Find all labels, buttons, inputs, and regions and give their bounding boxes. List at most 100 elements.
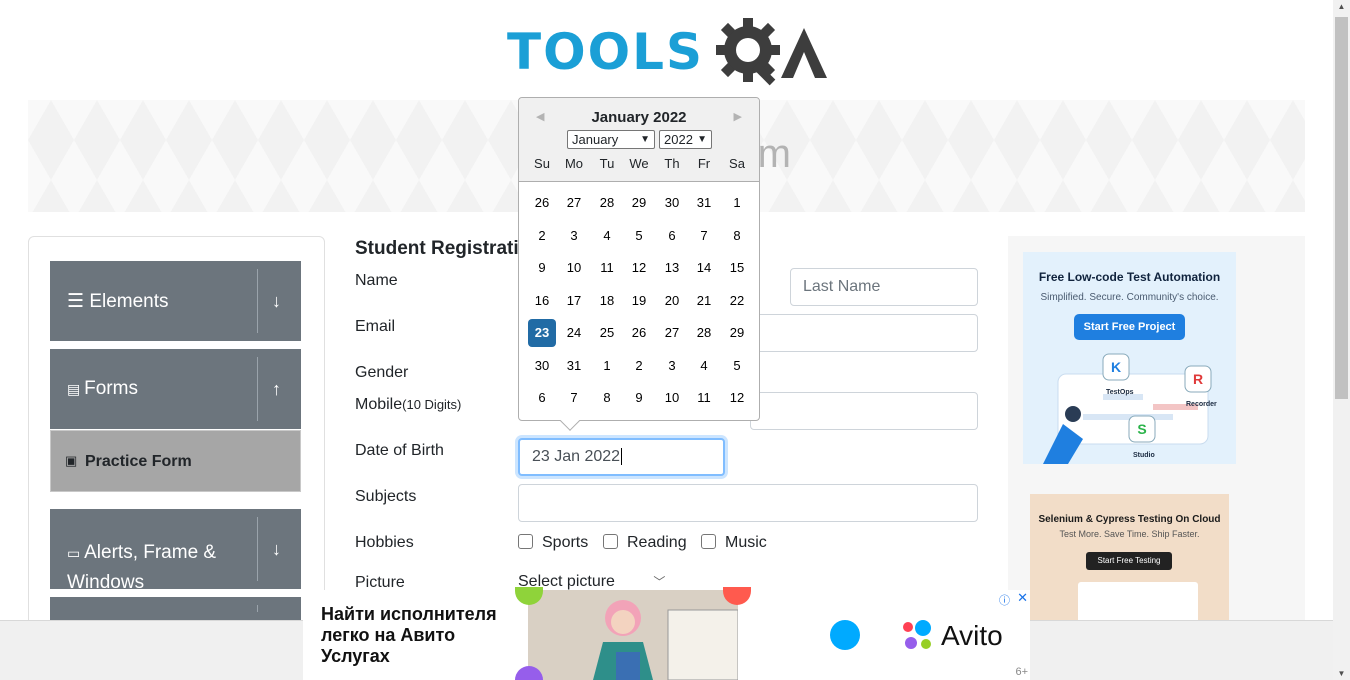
calendar-day[interactable]: 6 bbox=[658, 222, 686, 250]
calendar-day[interactable]: 6 bbox=[528, 384, 556, 412]
toolsqa-logo[interactable]: TOOLS bbox=[507, 16, 829, 90]
chevron-down-icon: ▼ bbox=[640, 134, 650, 145]
calendar-day[interactable]: 11 bbox=[593, 254, 621, 282]
calendar-day[interactable]: 24 bbox=[560, 319, 588, 347]
email-input[interactable] bbox=[750, 314, 978, 352]
hobby-sports-checkbox[interactable]: Sports bbox=[518, 534, 588, 552]
calendar-day[interactable]: 20 bbox=[658, 287, 686, 315]
calendar-day[interactable]: 10 bbox=[560, 254, 588, 282]
calendar-day[interactable]: 29 bbox=[625, 189, 653, 217]
calendar-day[interactable]: 27 bbox=[658, 319, 686, 347]
label-name: Name bbox=[355, 272, 398, 289]
calendar-day[interactable]: 7 bbox=[690, 222, 718, 250]
calendar-day[interactable]: 15 bbox=[723, 254, 751, 282]
calendar-day[interactable]: 31 bbox=[690, 189, 718, 217]
html-icon: ▣ bbox=[65, 453, 78, 468]
nav-group-label: ▤ Forms bbox=[67, 378, 138, 399]
nav-group-elements[interactable]: ☰ Elements ↓ bbox=[50, 261, 301, 341]
calendar-day[interactable]: 4 bbox=[690, 352, 718, 380]
day-name: Th bbox=[664, 156, 680, 171]
calendar-day[interactable]: 28 bbox=[593, 189, 621, 217]
checkbox[interactable] bbox=[518, 534, 533, 549]
hobby-reading-checkbox[interactable]: Reading bbox=[603, 534, 687, 552]
svg-text:R: R bbox=[1193, 371, 1203, 387]
age-rating-badge: 6+ bbox=[1015, 666, 1028, 678]
calendar-day[interactable]: 4 bbox=[593, 222, 621, 250]
checkbox[interactable] bbox=[603, 534, 618, 549]
vertical-scrollbar[interactable]: ▲ ▼ bbox=[1333, 0, 1350, 680]
calendar-day[interactable]: 30 bbox=[528, 352, 556, 380]
ad-cta-button[interactable]: Start Free Project bbox=[1074, 314, 1185, 340]
calendar-day[interactable]: 16 bbox=[528, 287, 556, 315]
datepicker-popup: ◀ January 2022 ▶ January ▼ 2022 ▼ Su Mo Tu… bbox=[518, 97, 760, 431]
calendar-day[interactable]: 27 bbox=[560, 189, 588, 217]
calendar-day[interactable]: 12 bbox=[625, 254, 653, 282]
mobile-hint: (10 Digits) bbox=[402, 397, 462, 412]
calendar-day[interactable]: 8 bbox=[593, 384, 621, 412]
bottom-ad-avito[interactable]: Найти исполнителя легко на Авито Услугах… bbox=[303, 587, 1030, 680]
chevron-down-icon: ﹀ bbox=[653, 575, 666, 589]
next-month-icon[interactable]: ▶ bbox=[734, 110, 742, 123]
year-select[interactable]: 2022 ▼ bbox=[659, 130, 712, 149]
calendar-day[interactable]: 9 bbox=[528, 254, 556, 282]
nav-group-alerts[interactable]: ▭ Alerts, Frame & Windows ↓ bbox=[50, 509, 301, 593]
scroll-down-icon[interactable]: ▼ bbox=[1333, 669, 1350, 678]
scroll-up-icon[interactable]: ▲ bbox=[1333, 2, 1350, 11]
calendar-day[interactable]: 11 bbox=[690, 384, 718, 412]
calendar-day[interactable]: 3 bbox=[658, 352, 686, 380]
calendar-day[interactable]: 2 bbox=[528, 222, 556, 250]
nav-group-forms[interactable]: ▤ Forms ↑ bbox=[50, 349, 301, 429]
calendar-day[interactable]: 14 bbox=[690, 254, 718, 282]
mobile-input[interactable] bbox=[750, 392, 978, 430]
day-name: Su bbox=[534, 156, 550, 171]
scrollbar-thumb[interactable] bbox=[1335, 17, 1348, 399]
calendar-day[interactable]: 31 bbox=[560, 352, 588, 380]
svg-text:S: S bbox=[1137, 421, 1146, 437]
calendar-day[interactable]: 1 bbox=[723, 189, 751, 217]
ad-cta-button[interactable]: Start Free Testing bbox=[1086, 552, 1172, 570]
logo-letter-a bbox=[781, 28, 827, 78]
divider bbox=[257, 517, 258, 581]
calendar-day[interactable]: 1 bbox=[593, 352, 621, 380]
calendar-day[interactable]: 12 bbox=[723, 384, 751, 412]
calendar-day[interactable]: 5 bbox=[625, 222, 653, 250]
checkbox[interactable] bbox=[701, 534, 716, 549]
calendar-day[interactable]: 22 bbox=[723, 287, 751, 315]
calendar-day[interactable]: 18 bbox=[593, 287, 621, 315]
calendar-day[interactable]: 21 bbox=[690, 287, 718, 315]
ad-banner-lambdatest[interactable]: Selenium & Cypress Testing On Cloud Test… bbox=[1030, 494, 1229, 634]
day-name: Sa bbox=[729, 156, 745, 171]
calendar-day[interactable]: 9 bbox=[625, 384, 653, 412]
calendar-day[interactable]: 5 bbox=[723, 352, 751, 380]
calendar-day[interactable]: 29 bbox=[723, 319, 751, 347]
calendar-day[interactable]: 13 bbox=[658, 254, 686, 282]
hobby-music-checkbox[interactable]: Music bbox=[701, 534, 767, 552]
ad-close-icon[interactable]: ✕ bbox=[1017, 590, 1028, 606]
calendar-day[interactable]: 17 bbox=[560, 287, 588, 315]
nav-group-widgets[interactable] bbox=[50, 597, 301, 620]
calendar-day[interactable]: 3 bbox=[560, 222, 588, 250]
date-of-birth-input[interactable]: 23 Jan 2022 bbox=[518, 438, 725, 476]
calendar-day[interactable]: 7 bbox=[560, 384, 588, 412]
calendar-day[interactable]: 10 bbox=[658, 384, 686, 412]
ad-info-icon[interactable]: ⓘ bbox=[999, 592, 1010, 608]
divider bbox=[257, 605, 258, 612]
calendar-day[interactable]: 19 bbox=[625, 287, 653, 315]
divider bbox=[257, 357, 258, 421]
month-select[interactable]: January ▼ bbox=[567, 130, 655, 149]
calendar-day[interactable]: 23 bbox=[528, 319, 556, 347]
calendar-day[interactable]: 25 bbox=[593, 319, 621, 347]
calendar-day[interactable]: 30 bbox=[658, 189, 686, 217]
calendar-day[interactable]: 26 bbox=[528, 189, 556, 217]
calendar-day[interactable]: 28 bbox=[690, 319, 718, 347]
subjects-input[interactable] bbox=[518, 484, 978, 522]
calendar-day[interactable]: 8 bbox=[723, 222, 751, 250]
calendar-day[interactable]: 26 bbox=[625, 319, 653, 347]
label-gender: Gender bbox=[355, 364, 409, 381]
calendar-day[interactable]: 2 bbox=[625, 352, 653, 380]
nav-item-practice-form[interactable]: ▣ Practice Form bbox=[50, 430, 301, 492]
avito-brand: Avito bbox=[941, 620, 1003, 651]
ad-label: Studio bbox=[1133, 452, 1155, 459]
ad-banner-katalon[interactable]: Free Low-code Test Automation Simplified… bbox=[1023, 252, 1236, 464]
last-name-input[interactable]: Last Name bbox=[790, 268, 978, 306]
